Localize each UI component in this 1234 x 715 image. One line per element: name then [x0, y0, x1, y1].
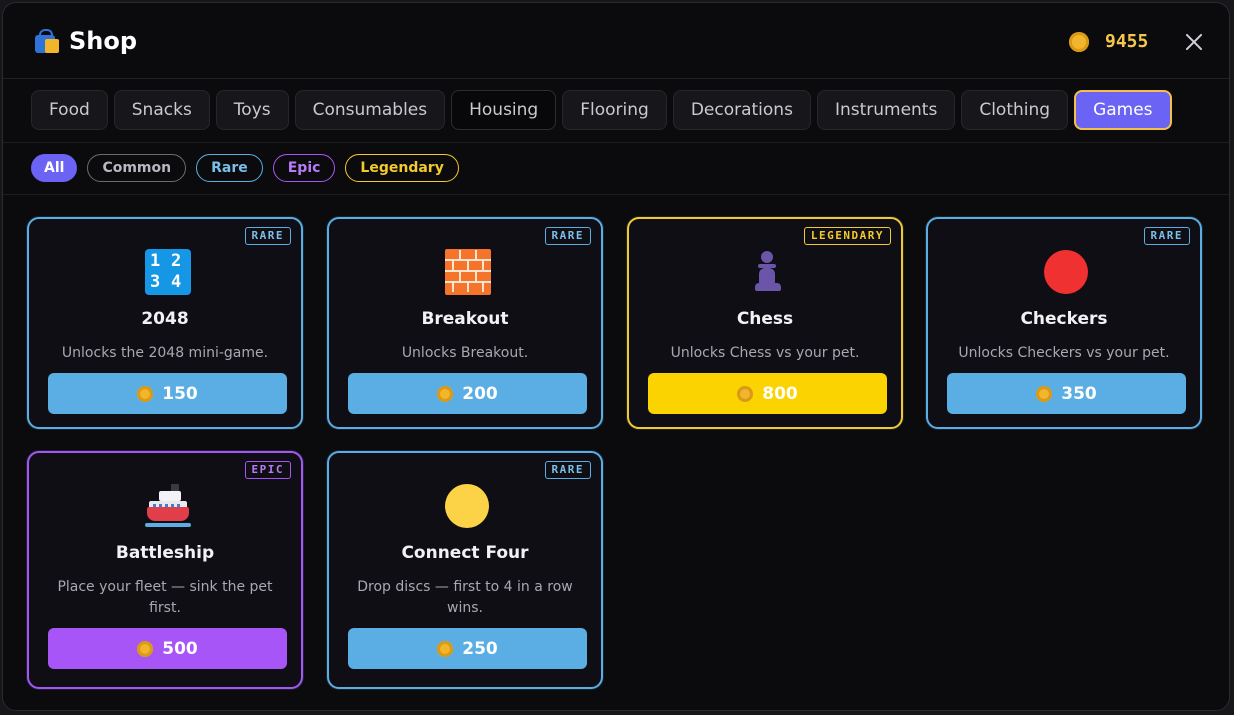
shop-modal: Shop 9455 Food Snacks Toys Consumables H…	[2, 2, 1230, 711]
title-group: Shop	[33, 27, 137, 55]
tab-clothing[interactable]: Clothing	[961, 90, 1069, 130]
item-name: 2048	[141, 309, 189, 329]
ship-icon	[145, 483, 191, 529]
buy-button[interactable]: 250	[348, 628, 587, 669]
item-name: Connect Four	[401, 543, 529, 563]
item-description: Drop discs — first to 4 in a row wins.	[357, 579, 573, 616]
item-card-connect-four: RARE Connect Four Drop discs — first to …	[327, 451, 603, 689]
buy-button[interactable]: 350	[947, 373, 1186, 414]
tab-games[interactable]: Games	[1074, 90, 1172, 130]
item-name: Battleship	[115, 543, 215, 563]
buy-button[interactable]: 200	[348, 373, 587, 414]
filter-epic[interactable]: Epic	[272, 154, 336, 182]
item-description: Place your fleet — sink the pet first.	[57, 579, 273, 616]
category-tabs: Food Snacks Toys Consumables Housing Flo…	[31, 90, 1172, 130]
chess-pawn-icon	[745, 249, 791, 295]
number-tiles-icon: 12 34	[145, 249, 191, 295]
filter-rare[interactable]: Rare	[196, 154, 263, 182]
coin-icon	[437, 640, 454, 657]
filter-common[interactable]: Common	[87, 154, 187, 182]
filter-divider	[3, 194, 1229, 195]
tab-food[interactable]: Food	[31, 90, 108, 130]
item-card-2048: RARE 12 34 2048 Unlocks the 2048 mini-ga…	[27, 217, 303, 429]
item-price: 200	[462, 383, 498, 404]
coin-icon	[737, 385, 754, 402]
coin-count: 9455	[1105, 31, 1149, 52]
shop-header: Shop 9455	[3, 3, 1229, 79]
buy-button[interactable]: 150	[48, 373, 287, 414]
red-circle-icon	[1044, 250, 1088, 294]
item-card-checkers: RARE Checkers Unlocks Checkers vs your p…	[926, 217, 1202, 429]
coin-icon	[437, 385, 454, 402]
item-card-chess: LEGENDARY Chess Unlocks Chess vs your pe…	[627, 217, 903, 429]
buy-button[interactable]: 500	[48, 628, 287, 669]
close-button[interactable]	[1181, 29, 1207, 55]
item-price: 150	[162, 383, 198, 404]
coin-icon	[1036, 385, 1053, 402]
rarity-badge: RARE	[1143, 227, 1190, 245]
yellow-circle-icon	[445, 484, 489, 528]
item-description: Unlocks the 2048 mini-game.	[61, 345, 269, 361]
rarity-badge: LEGENDARY	[803, 227, 891, 245]
item-card-breakout: RARE Breakout Unlocks Breakout. 200	[327, 217, 603, 429]
rarity-badge: EPIC	[244, 461, 291, 479]
coin-icon	[1069, 31, 1089, 52]
tab-divider	[3, 142, 1229, 143]
item-price: 350	[1061, 383, 1097, 404]
tab-snacks[interactable]: Snacks	[113, 90, 210, 130]
shopping-bag-icon	[33, 27, 61, 55]
tab-instruments[interactable]: Instruments	[816, 90, 956, 130]
item-card-battleship: EPIC Battleship Place your fleet — sink …	[27, 451, 303, 689]
item-name: Checkers	[1020, 309, 1108, 329]
tab-housing[interactable]: Housing	[451, 90, 557, 130]
item-name: Breakout	[421, 309, 509, 329]
tab-consumables[interactable]: Consumables	[294, 90, 446, 130]
coin-icon	[137, 640, 154, 657]
tab-decorations[interactable]: Decorations	[672, 90, 811, 130]
buy-button[interactable]: 800	[648, 373, 887, 414]
shop-title: Shop	[69, 27, 138, 55]
tab-flooring[interactable]: Flooring	[562, 90, 667, 130]
item-price: 500	[162, 638, 198, 659]
item-description: Unlocks Checkers vs your pet.	[958, 345, 1170, 361]
item-price: 800	[762, 383, 798, 404]
tab-toys[interactable]: Toys	[215, 90, 289, 130]
rarity-badge: RARE	[244, 227, 291, 245]
filter-all[interactable]: All	[31, 154, 78, 182]
item-price: 250	[462, 638, 498, 659]
item-description: Unlocks Breakout.	[401, 345, 529, 361]
rarity-badge: RARE	[544, 461, 591, 479]
coin-balance: 9455	[1069, 31, 1148, 52]
item-description: Unlocks Chess vs your pet.	[670, 345, 860, 361]
rarity-filters: All Common Rare Epic Legendary	[31, 154, 459, 182]
item-name: Chess	[736, 309, 794, 329]
brick-wall-icon	[445, 249, 491, 295]
filter-legendary[interactable]: Legendary	[345, 154, 459, 182]
coin-icon	[137, 385, 154, 402]
rarity-badge: RARE	[544, 227, 591, 245]
